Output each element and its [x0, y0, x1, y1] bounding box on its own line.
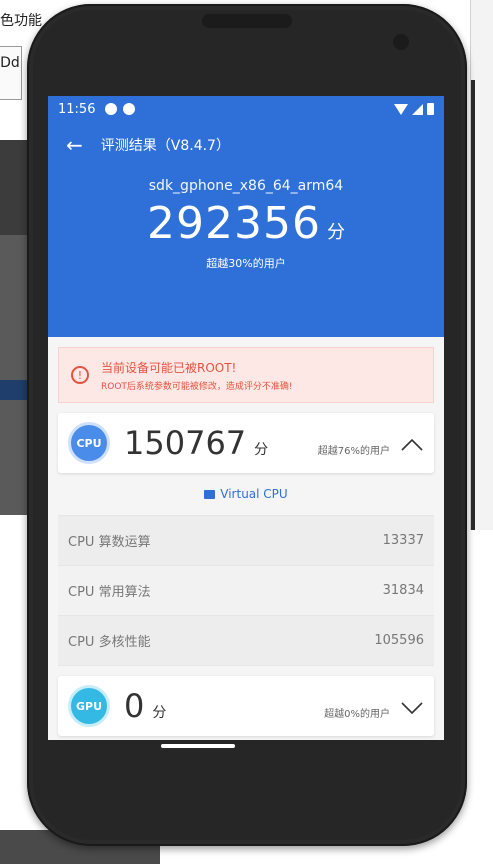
cpu-detail-label: CPU 多核性能 [68, 635, 151, 650]
background-strip [471, 80, 475, 530]
cpu-detail-row: CPU 多核性能 105596 [58, 616, 434, 666]
chevron-up-icon[interactable] [400, 433, 424, 457]
warning-detail: ROOT后系统参数可能被修改，造成评分不准确! [101, 381, 293, 392]
cpu-detail-row: CPU 常用算法 31834 [58, 566, 434, 616]
background-bar [0, 380, 30, 400]
warning-icon: ! [71, 366, 89, 384]
result-header: ← 评测结果（V8.4.7） sdk_gphone_x86_64_arm64 2… [48, 122, 444, 337]
status-bar: 11:56 [48, 96, 444, 122]
app-bar: ← 评测结果（V8.4.7） [48, 122, 444, 168]
arrow-left-icon[interactable]: ← [66, 133, 83, 157]
cpu-score-unit: 分 [254, 442, 269, 458]
total-score-row: 292356 分 [48, 198, 444, 249]
cpu-detail-value: 105596 [374, 633, 424, 648]
flame-icon [123, 103, 136, 115]
total-beyond-text: 超越30%的用户 [206, 257, 286, 270]
background-window-right [470, 0, 493, 530]
cpu-detail-row: CPU 算数运算 13337 [58, 516, 434, 566]
cpu-score-card[interactable]: CPU 150767 分 超越76%的用户 [58, 413, 434, 473]
cpu-detail-label: CPU 常用算法 [68, 585, 151, 600]
chevron-down-icon[interactable] [400, 696, 424, 720]
home-indicator[interactable] [161, 744, 235, 748]
gpu-score: 0 [124, 687, 145, 725]
front-camera [393, 34, 409, 50]
wifi-icon [394, 103, 408, 115]
virtual-cpu-label: Virtual CPU [58, 473, 434, 516]
background-window-label: 色功能 [0, 13, 42, 29]
virtual-cpu-text: Virtual CPU [220, 487, 288, 501]
status-icons [394, 103, 434, 115]
root-warning: ! 当前设备可能已被ROOT! ROOT后系统参数可能被修改，造成评分不准确! [58, 347, 434, 403]
status-time: 11:56 [58, 101, 96, 117]
total-score-unit: 分 [326, 222, 345, 243]
cpu-chip-icon [204, 489, 216, 499]
signal-icon [412, 103, 423, 115]
phone-screen: 11:56 ← 评测结果（V8.4.7） sdk_gphone_x86_64_a… [48, 96, 444, 740]
cpu-detail-label: CPU 算数运算 [68, 535, 151, 550]
cpu-beyond-text: 超越76%的用户 [317, 446, 390, 457]
cpu-detail-list: CPU 算数运算 13337 CPU 常用算法 31834 CPU 多核性能 1… [48, 516, 444, 666]
notification-icon [105, 103, 118, 115]
earpiece-speaker [202, 14, 292, 28]
gpu-badge: GPU [68, 685, 110, 727]
battery-icon [427, 103, 434, 115]
cpu-detail-value: 31834 [382, 583, 424, 598]
total-score: 292356 [147, 198, 321, 249]
gpu-beyond-text: 超越0%的用户 [324, 709, 390, 720]
page-title: 评测结果（V8.4.7） [100, 138, 230, 154]
cpu-detail-value: 13337 [382, 533, 424, 548]
background-window-button[interactable]: Dd [0, 46, 22, 100]
cpu-badge: CPU [68, 422, 110, 464]
warning-title: 当前设备可能已被ROOT! [101, 360, 237, 375]
gpu-score-unit: 分 [152, 705, 167, 721]
background-window-left [0, 140, 30, 515]
cpu-score: 150767 [124, 424, 247, 462]
device-name: sdk_gphone_x86_64_arm64 [148, 178, 344, 194]
gpu-score-card[interactable]: GPU 0 分 超越0%的用户 [58, 676, 434, 736]
background-panel [0, 235, 30, 515]
